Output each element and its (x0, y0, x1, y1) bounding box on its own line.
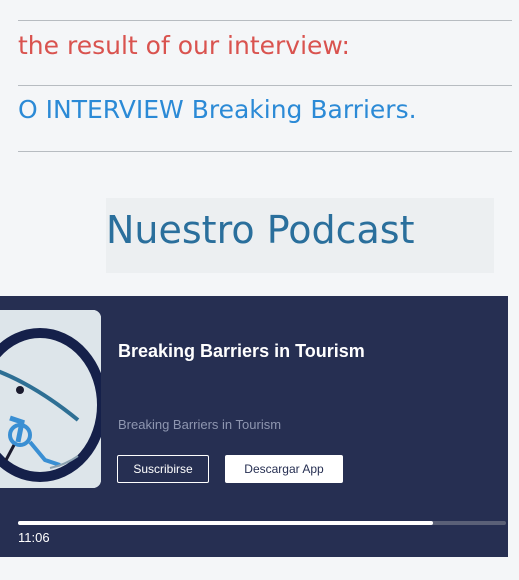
episode-title[interactable]: Breaking Barriers in Tourism (118, 341, 365, 362)
divider-middle (18, 85, 512, 86)
download-app-button[interactable]: Descargar App (225, 455, 343, 483)
show-title[interactable]: Breaking Barriers in Tourism (118, 417, 281, 432)
progress-bar[interactable] (18, 521, 506, 525)
divider-top (18, 20, 512, 21)
interview-intro-text: the result of our interview: (18, 31, 350, 60)
progress-bar-fill (18, 521, 433, 525)
subscribe-button[interactable]: Suscribirse (117, 455, 209, 483)
divider-bottom (18, 151, 512, 152)
podcast-cover-image[interactable] (0, 310, 101, 488)
podcast-player: Breaking Barriers in Tourism Breaking Ba… (0, 296, 508, 557)
podcast-heading: Nuestro Podcast (106, 208, 415, 252)
interview-link[interactable]: O INTERVIEW Breaking Barriers. (18, 95, 417, 124)
elapsed-time: 11:06 (18, 530, 50, 545)
